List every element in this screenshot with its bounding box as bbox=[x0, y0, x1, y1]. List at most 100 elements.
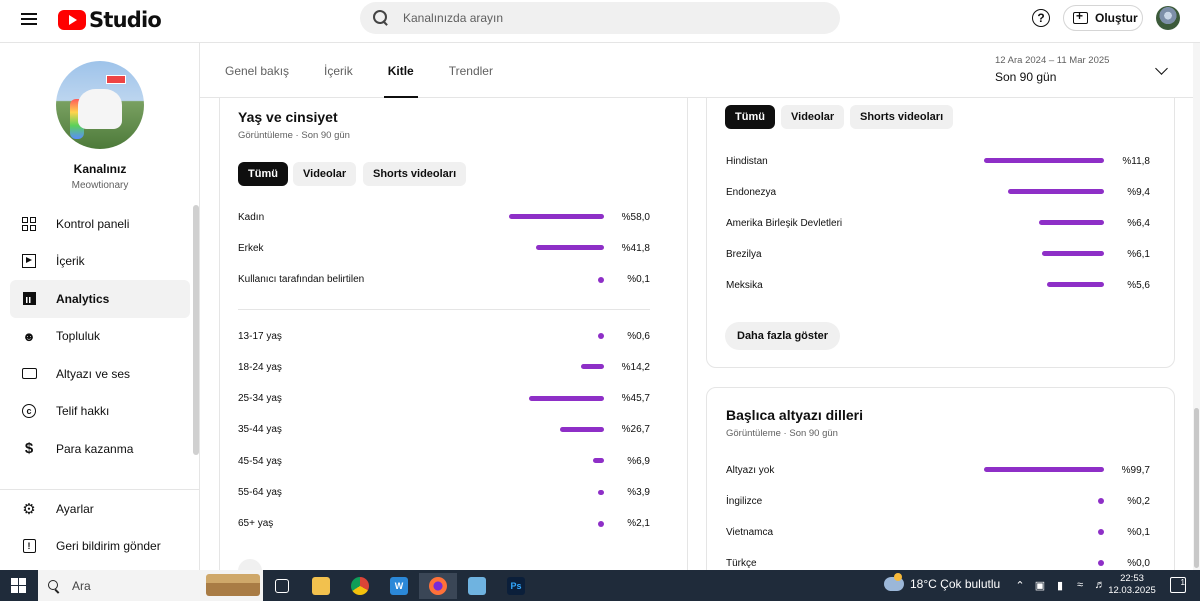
volume-icon[interactable]: ♬ bbox=[1093, 578, 1107, 592]
chip-all[interactable]: Tümü bbox=[725, 105, 775, 129]
task-view-icon[interactable] bbox=[263, 573, 301, 599]
channel-avatar[interactable] bbox=[56, 61, 144, 149]
divider bbox=[238, 309, 650, 310]
row-label: 25-34 yaş bbox=[238, 393, 282, 405]
percentage-bar bbox=[984, 158, 1104, 163]
clock-time: 22:53 bbox=[1120, 573, 1144, 584]
battery-icon[interactable]: ▮ bbox=[1053, 578, 1067, 592]
search-input[interactable] bbox=[403, 11, 803, 25]
sidebar-item-subtitles[interactable]: Altyazı ve ses bbox=[10, 355, 190, 393]
notification-icon[interactable]: 1 bbox=[1170, 577, 1186, 593]
row-value: %58,0 bbox=[621, 211, 650, 223]
date-range[interactable]: 12 Ara 2024 – 11 Mar 2025 bbox=[995, 55, 1109, 66]
age-gender-card: Yaş ve cinsiyet Görüntüleme · Son 90 gün… bbox=[219, 98, 688, 570]
chip-all[interactable]: Tümü bbox=[238, 162, 288, 186]
sidebar-bottom: ⚙ Ayarlar ! Geri bildirim gönder bbox=[0, 489, 200, 565]
chip-shorts[interactable]: Shorts videoları bbox=[850, 105, 954, 129]
chip-videos[interactable]: Videolar bbox=[293, 162, 357, 186]
system-clock[interactable]: 22:53 12.03.2025 bbox=[1108, 573, 1156, 597]
percentage-bar bbox=[598, 333, 604, 339]
tab-trends[interactable]: Trendler bbox=[449, 43, 493, 98]
period-label[interactable]: Son 90 gün bbox=[995, 70, 1056, 84]
create-button[interactable]: Oluştur bbox=[1063, 5, 1143, 31]
sidebar-item-settings[interactable]: ⚙ Ayarlar bbox=[10, 490, 190, 528]
row-label: Brezilya bbox=[726, 248, 762, 260]
help-icon[interactable]: ? bbox=[1032, 9, 1050, 27]
page-scrollbar[interactable] bbox=[1193, 43, 1200, 570]
gender-row: Kadın %58,0 bbox=[238, 207, 650, 227]
tab-content[interactable]: İçerik bbox=[324, 43, 353, 98]
wifi-icon[interactable]: ≈ bbox=[1073, 578, 1087, 592]
language-row: Vietnamca %0,1 bbox=[726, 522, 1150, 542]
percentage-bar bbox=[1038, 220, 1104, 226]
age-row: 55-64 yaş %3,9 bbox=[238, 483, 650, 503]
tab-audience[interactable]: Kitle bbox=[383, 43, 418, 98]
row-label: İngilizce bbox=[726, 495, 763, 507]
percentage-bar bbox=[1008, 189, 1104, 195]
percentage-bar bbox=[597, 489, 604, 495]
row-label: Hindistan bbox=[726, 155, 768, 167]
sidebar-item-feedback[interactable]: ! Geri bildirim gönder bbox=[10, 528, 190, 566]
sidebar-item-content[interactable]: İçerik bbox=[10, 243, 190, 281]
percentage-bar bbox=[592, 458, 604, 464]
sidebar-item-dashboard[interactable]: Kontrol paneli bbox=[10, 205, 190, 243]
windows-start-icon[interactable] bbox=[11, 578, 26, 593]
card-subtitle: Görüntüleme · Son 90 gün bbox=[238, 130, 350, 141]
country-row: Hindistan %11,8 bbox=[726, 151, 1150, 171]
row-label: Vietnamca bbox=[726, 526, 774, 538]
app-w-icon[interactable]: W bbox=[380, 573, 418, 599]
subtitle-languages-card: Başlıca altyazı dilleri Görüntüleme · So… bbox=[706, 387, 1175, 570]
tray-app-icon[interactable]: ▣ bbox=[1033, 578, 1047, 592]
row-label: Endonezya bbox=[726, 186, 777, 198]
account-avatar[interactable] bbox=[1156, 6, 1180, 30]
percentage-bar bbox=[1047, 282, 1104, 288]
search-icon[interactable] bbox=[373, 10, 389, 26]
analytics-header: Genel bakış İçerik Kitle Trendler 12 Ara… bbox=[200, 43, 1193, 98]
age-row: 45-54 yaş %6,9 bbox=[238, 451, 650, 471]
row-value: %3,9 bbox=[627, 487, 650, 498]
sidebar-item-copyright[interactable]: c Telif hakkı bbox=[10, 393, 190, 431]
content-icon bbox=[20, 252, 38, 270]
chip-videos[interactable]: Videolar bbox=[781, 105, 845, 129]
weather-widget[interactable]: 18°C Çok bulutlu bbox=[884, 573, 1000, 591]
percentage-bar bbox=[509, 214, 604, 219]
row-label: Türkçe bbox=[726, 557, 757, 569]
file-explorer-icon[interactable] bbox=[302, 573, 340, 599]
show-more-button[interactable]: Daha fazla göster bbox=[725, 322, 841, 350]
chip-shorts[interactable]: Shorts videoları bbox=[363, 162, 467, 186]
hamburger-menu-icon[interactable] bbox=[18, 10, 40, 32]
show-more-button[interactable] bbox=[238, 559, 262, 570]
row-value: %0,1 bbox=[1127, 526, 1150, 538]
search-bar[interactable] bbox=[360, 2, 840, 34]
sidebar-item-label: Para kazanma bbox=[56, 441, 134, 456]
analytics-icon bbox=[20, 290, 38, 308]
notes-app-icon[interactable] bbox=[458, 573, 496, 599]
search-icon bbox=[48, 579, 60, 592]
country-row: Amerika Birleşik Devletleri %6,4 bbox=[726, 213, 1150, 233]
sidebar-item-community[interactable]: ☻ Topluluk bbox=[10, 318, 190, 356]
sidebar-item-label: Kontrol paneli bbox=[56, 216, 130, 231]
percentage-bar bbox=[1098, 529, 1104, 536]
row-value: %2,1 bbox=[627, 518, 650, 530]
chevron-down-icon[interactable] bbox=[1155, 62, 1168, 75]
channel-name: Kanalınız bbox=[73, 162, 127, 176]
studio-logo[interactable]: Studio bbox=[58, 8, 162, 32]
copyright-icon: c bbox=[20, 402, 38, 420]
taskbar-search[interactable]: Ara bbox=[38, 570, 263, 601]
avatar-sign bbox=[106, 75, 126, 84]
scrollbar-thumb[interactable] bbox=[1194, 408, 1199, 568]
age-row: 35-44 yaş %26,7 bbox=[238, 420, 650, 440]
sidebar-scrollbar[interactable] bbox=[193, 205, 199, 455]
tab-overview[interactable]: Genel bakış bbox=[225, 43, 289, 98]
country-row: Meksika %5,6 bbox=[726, 275, 1150, 295]
chrome-icon[interactable] bbox=[341, 573, 379, 599]
sidebar-item-analytics[interactable]: Analytics bbox=[10, 280, 190, 318]
firefox-icon[interactable] bbox=[419, 573, 457, 599]
sidebar-item-monetization[interactable]: $ Para kazanma bbox=[10, 430, 190, 468]
photoshop-icon[interactable]: Ps bbox=[497, 573, 535, 599]
row-value: %6,1 bbox=[1127, 248, 1150, 260]
card-title: Başlıca altyazı dilleri bbox=[726, 407, 863, 423]
gender-row: Erkek %41,8 bbox=[238, 238, 650, 258]
chevron-up-icon[interactable]: ⌃ bbox=[1013, 578, 1027, 592]
row-value: %41,8 bbox=[621, 242, 650, 254]
